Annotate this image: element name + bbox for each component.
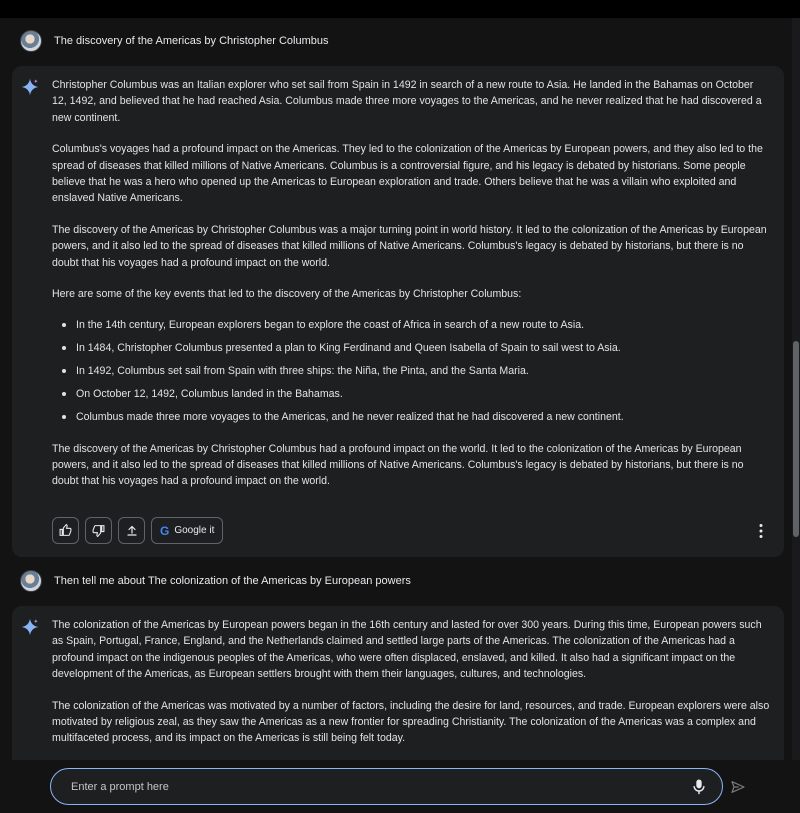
user-message: The discovery of the Americas by Christo… <box>20 30 329 52</box>
prompt-input[interactable] <box>71 780 651 793</box>
window-top-bar <box>0 0 800 18</box>
scrollbar[interactable] <box>792 18 800 760</box>
mic-icon[interactable] <box>692 779 706 795</box>
response-text: Christopher Columbus was an Italian expl… <box>52 77 770 505</box>
chat-history[interactable]: The discovery of the Americas by Christo… <box>0 18 800 760</box>
list-item: On October 12, 1492, Columbus landed in … <box>52 386 770 402</box>
user-prompt-text: The discovery of the Americas by Christo… <box>54 35 329 47</box>
avatar <box>20 570 42 592</box>
user-prompt-text: Then tell me about The colonization of t… <box>54 575 411 587</box>
prompt-box[interactable] <box>50 768 723 805</box>
sparkle-icon <box>21 618 39 636</box>
prompt-bar <box>0 760 800 813</box>
response-paragraph: The discovery of the Americas by Christo… <box>52 223 767 269</box>
google-g-icon: G <box>160 523 170 538</box>
user-message: Then tell me about The colonization of t… <box>20 570 411 592</box>
response-paragraph: The colonization of the Americas by Euro… <box>52 619 762 681</box>
response-paragraph: Here are some of the key events that led… <box>52 288 522 301</box>
google-it-button[interactable]: G Google it <box>151 517 224 544</box>
send-icon[interactable] <box>730 779 746 795</box>
google-it-label: Google it <box>174 525 215 536</box>
list-item: Columbus made three more voyages to the … <box>52 409 770 425</box>
thumbs-down-button[interactable] <box>85 517 112 544</box>
thumbs-down-icon <box>92 525 105 537</box>
share-button[interactable] <box>118 517 145 544</box>
thumbs-up-icon <box>59 524 72 536</box>
list-item: In the 14th century, European explorers … <box>52 317 770 333</box>
response-paragraph: Columbus's voyages had a profound impact… <box>52 143 763 205</box>
response-paragraph: The discovery of the Americas by Christo… <box>52 442 744 488</box>
response-text: The colonization of the Americas by Euro… <box>52 617 770 760</box>
scrollbar-thumb[interactable] <box>793 341 799 537</box>
response-card: The colonization of the Americas by Euro… <box>12 606 784 760</box>
response-paragraph: Christopher Columbus was an Italian expl… <box>52 79 762 124</box>
list-item: In 1484, Christopher Columbus presented … <box>52 340 770 356</box>
thumbs-up-button[interactable] <box>52 517 79 544</box>
key-events-list: In the 14th century, European explorers … <box>52 317 770 425</box>
list-item: In 1492, Columbus set sail from Spain wi… <box>52 363 770 379</box>
sparkle-icon <box>21 78 39 96</box>
avatar <box>20 30 42 52</box>
share-icon <box>126 525 137 536</box>
more-vert-icon[interactable] <box>758 523 764 539</box>
response-card: Christopher Columbus was an Italian expl… <box>12 66 784 557</box>
response-paragraph: The colonization of the Americas was mot… <box>52 699 770 745</box>
response-actions: G Google it <box>52 517 224 544</box>
